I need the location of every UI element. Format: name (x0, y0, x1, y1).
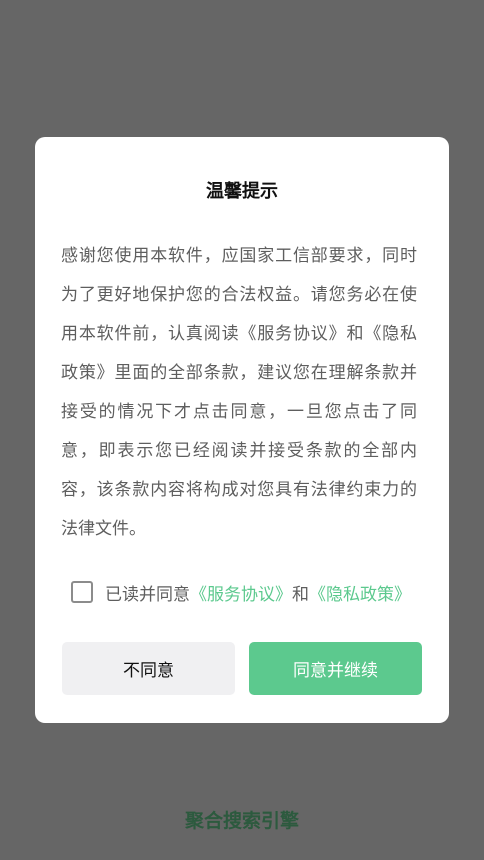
privacy-dialog: 温馨提示 感谢您使用本软件，应国家工信部要求，同时为了更好地保护您的合法权益。请… (35, 137, 449, 723)
disagree-button[interactable]: 不同意 (62, 642, 235, 695)
dialog-title: 温馨提示 (206, 181, 278, 202)
agreement-checkbox[interactable] (71, 581, 93, 603)
app-brand-name: 聚合搜索引擎 (184, 810, 299, 832)
privacy-policy-link[interactable]: 《隐私政策》 (309, 580, 411, 605)
agreement-row: 已读并同意 《服务协议》 和 《隐私政策》 (71, 580, 411, 605)
agreement-prefix: 已读并同意 (105, 584, 190, 605)
agreement-conjunction: 和 (292, 584, 309, 605)
dialog-body-text: 感谢您使用本软件，应国家工信部要求，同时为了更好地保护您的合法权益。请您务必在使… (61, 246, 417, 539)
agree-continue-button[interactable]: 同意并继续 (249, 642, 422, 695)
service-agreement-link[interactable]: 《服务协议》 (190, 580, 292, 605)
